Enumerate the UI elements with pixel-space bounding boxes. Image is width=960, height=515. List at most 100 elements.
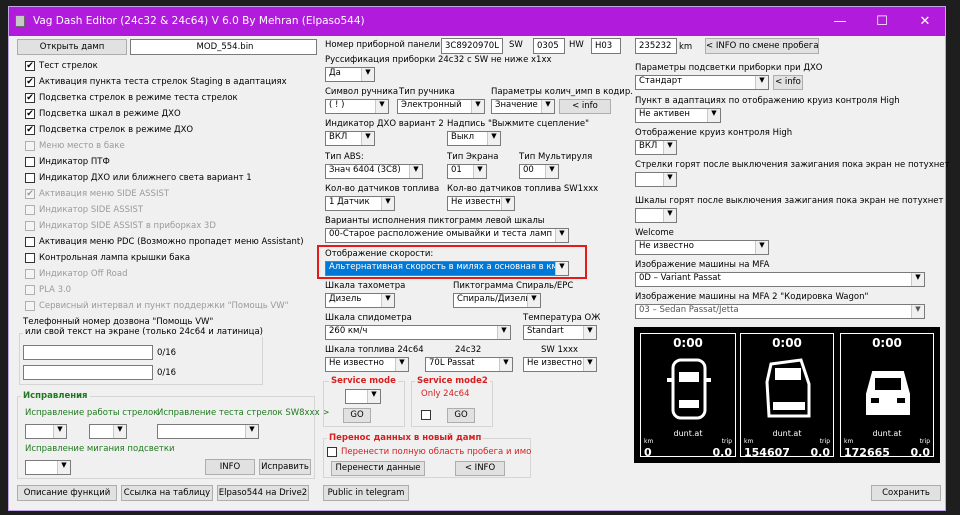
screen-type-label: Тип Экрана: [447, 152, 499, 162]
checkbox-3[interactable]: ✔: [25, 109, 35, 119]
transfer-checkbox[interactable]: [327, 447, 337, 457]
rus-select[interactable]: Да ▼: [325, 67, 375, 82]
backlight-select[interactable]: Стандарт ▼: [635, 75, 769, 90]
checkbox-6[interactable]: [25, 157, 35, 167]
maximize-button[interactable]: ☐: [861, 7, 903, 36]
checkbox-14[interactable]: [25, 285, 35, 295]
chevron-down-icon: ▼: [245, 425, 258, 438]
pulses-label: Параметры колич_имп в кодир.: [491, 87, 633, 97]
open-dump-button[interactable]: Открыть дамп: [17, 39, 127, 55]
transfer-data-button[interactable]: Перенести данные: [331, 461, 425, 476]
minimize-button[interactable]: —: [819, 7, 861, 36]
mfw-value: 00: [523, 165, 534, 175]
screen-watermark: dunt.at: [673, 429, 703, 438]
cruise-adapt-select[interactable]: Не активен ▼: [635, 108, 721, 123]
checkbox-label: Активация меню SIDE ASSIST: [39, 189, 170, 199]
chevron-down-icon: ▼: [367, 390, 380, 403]
clutch-label: Надпись "Выжмите сцепление": [447, 119, 590, 129]
handbrake-select[interactable]: ( ! ) ▼: [325, 99, 389, 114]
fix-needles-select[interactable]: ▼: [25, 424, 67, 439]
mfa-car-select[interactable]: 0D – Variant Passat ▼: [635, 272, 925, 287]
functions-desc-button[interactable]: Описание функций: [17, 485, 117, 501]
sw-field[interactable]: 0305: [533, 38, 565, 54]
backlight-value: Стандарт: [639, 76, 683, 86]
screen-trip: 0.0: [910, 446, 931, 459]
hw-field[interactable]: H03: [591, 38, 621, 54]
checkbox-5[interactable]: [25, 141, 35, 151]
mfw-select[interactable]: 00 ▼: [519, 164, 559, 179]
temp-select[interactable]: Standart ▼: [523, 325, 597, 340]
fix-apply-button[interactable]: Исправить: [259, 459, 311, 475]
checkbox-4[interactable]: ✔: [25, 125, 35, 135]
checkbox-0[interactable]: ✔: [25, 61, 35, 71]
dash-number-label: Номер приборной панели:: [325, 40, 444, 50]
epc-select[interactable]: Спираль/Дизель ▼: [453, 293, 541, 308]
drive2-button[interactable]: Elpaso544 на Drive2: [217, 485, 309, 501]
service-mode2-checkbox[interactable]: [421, 410, 431, 420]
abs-value: Знач 6404 (3C8): [329, 165, 401, 175]
transfer-info-button[interactable]: < INFO: [455, 461, 505, 476]
chevron-down-icon: ▼: [527, 294, 540, 307]
custom-text-input[interactable]: [23, 365, 153, 380]
checkbox-15[interactable]: [25, 301, 35, 311]
c32-select[interactable]: 70L Passat ▼: [425, 357, 513, 372]
checkbox-11[interactable]: [25, 237, 35, 247]
save-button[interactable]: Сохранить: [871, 485, 941, 501]
phone-number-input[interactable]: [23, 345, 153, 360]
fuel-sensors-select[interactable]: 1 Датчик ▼: [325, 196, 395, 211]
abs-select[interactable]: Знач 6404 (3C8) ▼: [325, 164, 423, 179]
fuel-scale-label: Шкала топлива 24c64: [325, 345, 424, 355]
mfa2-car-select[interactable]: 03 – Sedan Passat/Jetta ▼: [635, 304, 925, 319]
service-mode2-go-button[interactable]: GO: [447, 408, 475, 423]
fuel-sensors-sw-select[interactable]: Не известно ▼: [447, 196, 515, 211]
handbrake-type-select[interactable]: Электронный ▼: [397, 99, 485, 114]
dho-select[interactable]: ВКЛ ▼: [325, 131, 375, 146]
checkbox-1[interactable]: ✔: [25, 77, 35, 87]
file-name-field[interactable]: MOD_554.bin: [130, 39, 317, 55]
checkbox-9[interactable]: [25, 205, 35, 215]
chevron-down-icon: ▼: [471, 100, 484, 113]
fuel-scale-value: Не известно: [329, 358, 384, 368]
speedo-select[interactable]: 260 км/ч ▼: [325, 325, 511, 340]
close-button[interactable]: ✕: [904, 7, 946, 36]
dash-number-field[interactable]: 3C8920970L: [441, 38, 503, 54]
sw1-select[interactable]: Не известно ▼: [523, 357, 597, 372]
checkbox-label: Индикатор ПТФ: [39, 157, 110, 167]
fuel-scale-select[interactable]: Не известно ▼: [325, 357, 409, 372]
checkbox-7[interactable]: [25, 173, 35, 183]
chevron-down-icon: ▼: [541, 100, 554, 113]
screen-type-select[interactable]: 01 ▼: [447, 164, 487, 179]
telegram-button[interactable]: Public in telegram: [323, 485, 409, 501]
chevron-down-icon: ▼: [707, 109, 720, 122]
tach-select[interactable]: Дизель ▼: [325, 293, 395, 308]
fix-blink-select[interactable]: ▼: [25, 460, 71, 475]
clutch-select[interactable]: Выкл ▼: [447, 131, 501, 146]
checkbox-8[interactable]: ✔: [25, 189, 35, 199]
mileage-info-button[interactable]: < INFO по смене пробега: [705, 38, 819, 54]
scales-after-ign-select[interactable]: ▼: [635, 208, 677, 223]
checkbox-2[interactable]: ✔: [25, 93, 35, 103]
handbrake-type-label: Тип ручника: [399, 87, 455, 97]
speed-display-select[interactable]: Альтернативная скорость в милях а основн…: [325, 261, 569, 276]
pulses-select[interactable]: Значение 06 ▼: [491, 99, 555, 114]
service-mode-select[interactable]: ▼: [345, 389, 381, 404]
chevron-down-icon: ▼: [663, 209, 676, 222]
checkbox-13[interactable]: [25, 269, 35, 279]
service-mode-go-button[interactable]: GO: [343, 408, 371, 423]
fix-test-label: Исправление теста стрелок SW8xxx >: [157, 408, 330, 418]
pulses-info-button[interactable]: < info: [559, 99, 611, 114]
fix-info-button[interactable]: INFO: [205, 459, 255, 475]
checkbox-12[interactable]: [25, 253, 35, 263]
mileage-field[interactable]: 235232: [635, 38, 677, 54]
cruise-display-select[interactable]: ВКЛ ▼: [635, 140, 677, 155]
table-link-button[interactable]: Ссылка на таблицу: [121, 485, 213, 501]
fix-test-select[interactable]: ▼: [157, 424, 259, 439]
checkbox-10[interactable]: [25, 221, 35, 231]
backlight-info-button[interactable]: < info: [773, 75, 803, 90]
screen-type-value: 01: [451, 165, 462, 175]
welcome-select[interactable]: Не известно ▼: [635, 240, 769, 255]
fix-needles-select-2[interactable]: ▼: [89, 424, 127, 439]
pictograms-select[interactable]: 00-Старое расположение омывайки и теста …: [325, 228, 569, 243]
chevron-down-icon: ▼: [583, 326, 596, 339]
needles-after-ign-select[interactable]: ▼: [635, 172, 677, 187]
